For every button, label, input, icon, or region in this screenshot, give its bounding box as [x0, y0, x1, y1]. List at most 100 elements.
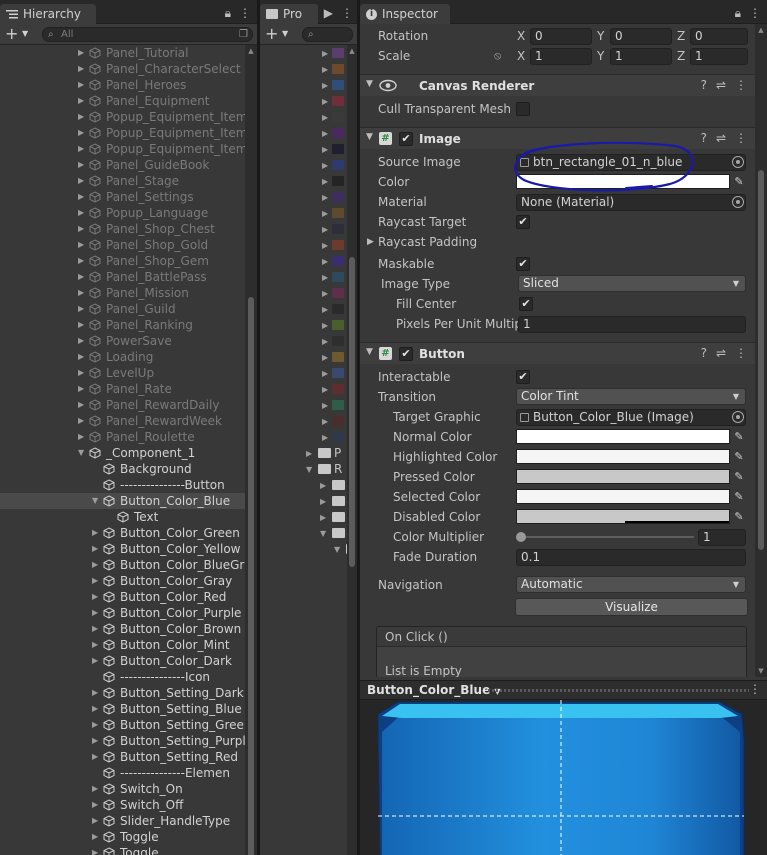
fold-closed-icon[interactable]: ▶ — [78, 173, 88, 189]
scale-z-axis[interactable]: Z — [677, 47, 685, 65]
fold-closed-icon[interactable]: ▶ — [92, 733, 102, 749]
fold-closed-icon[interactable]: ▶ — [78, 221, 88, 237]
pressed-color-swatch[interactable] — [516, 469, 730, 484]
inspector-scroll-thumb[interactable] — [758, 170, 764, 550]
project-asset-row[interactable]: ▶ — [260, 109, 347, 125]
fold-closed-icon[interactable]: ▶ — [78, 45, 88, 61]
project-asset-row[interactable]: ▶ — [260, 173, 347, 189]
project-folder-row[interactable]: ▼ — [260, 541, 357, 557]
visualize-button[interactable]: Visualize — [515, 598, 748, 616]
hierarchy-row[interactable]: ▶ Panel_Guild — [0, 301, 245, 317]
interactable-checkbox[interactable]: ✔ — [516, 370, 530, 384]
normal-color-swatch[interactable] — [516, 429, 730, 444]
fold-closed-icon[interactable]: ▶ — [320, 513, 326, 522]
hierarchy-row[interactable]: ▶ Panel_Rate — [0, 381, 245, 397]
rotation-z-axis[interactable]: Z — [677, 27, 685, 45]
fold-closed-icon[interactable]: ▶ — [322, 353, 328, 362]
hierarchy-row[interactable]: ---------------Elemen — [0, 765, 245, 781]
hierarchy-row[interactable]: ▶ Panel_Ranking — [0, 317, 245, 333]
hierarchy-scrollbar[interactable]: ▲ — [245, 45, 257, 855]
hierarchy-tab[interactable]: Hierarchy — [0, 4, 96, 24]
fold-closed-icon[interactable]: ▶ — [78, 189, 88, 205]
eyedropper-icon[interactable]: ✎ — [732, 469, 746, 484]
raycast-target-checkbox[interactable]: ✔ — [516, 215, 530, 229]
more-menu-icon[interactable]: ⋮ — [735, 131, 747, 145]
project-search-input[interactable]: ⌕ — [302, 27, 353, 42]
fold-closed-icon[interactable]: ▶ — [322, 337, 328, 346]
add-icon[interactable]: + — [265, 25, 278, 43]
fold-closed-icon[interactable]: ▶ — [92, 749, 102, 765]
project-asset-row[interactable]: ▶ — [260, 253, 347, 269]
project-asset-row[interactable]: ▶ — [260, 125, 347, 141]
transition-dropdown[interactable]: Color Tint ▼ — [516, 388, 746, 405]
image-type-dropdown[interactable]: Sliced ▼ — [518, 275, 746, 292]
object-picker-icon[interactable] — [732, 411, 744, 423]
fold-closed-icon[interactable]: ▶ — [92, 717, 102, 733]
project-folder-row[interactable]: ▶ — [260, 477, 347, 493]
preset-icon[interactable]: ⇌ — [716, 346, 726, 360]
eyedropper-icon[interactable]: ✎ — [732, 509, 746, 524]
scroll-up-icon[interactable]: ▲ — [245, 47, 257, 55]
project-asset-row[interactable]: ▶ — [260, 93, 347, 109]
rotation-x-field[interactable]: 0 — [530, 28, 592, 45]
hierarchy-search-input[interactable]: ⌕ All ❐ — [42, 27, 253, 42]
fold-closed-icon[interactable]: ▶ — [78, 205, 88, 221]
fold-closed-icon[interactable]: ▶ — [92, 845, 102, 855]
color-multiplier-slider-track[interactable] — [520, 536, 694, 538]
more-menu-icon[interactable]: ⋮ — [749, 6, 761, 21]
pixels-per-unit-field[interactable]: 1 — [518, 316, 746, 333]
hierarchy-row[interactable]: ▶ Panel_Shop_Gold — [0, 237, 245, 253]
fold-closed-icon[interactable]: ▶ — [78, 429, 88, 445]
fold-closed-icon[interactable]: ▶ — [320, 497, 326, 506]
disabled-color-swatch[interactable] — [516, 509, 730, 524]
project-asset-row[interactable]: ▶ — [260, 301, 347, 317]
hierarchy-row[interactable]: ▶ Button_Color_Brown — [0, 621, 245, 637]
fold-closed-icon[interactable]: ▶ — [322, 305, 328, 314]
hierarchy-row[interactable]: ▶ Popup_Equipment_ItemD — [0, 141, 257, 157]
fold-closed-icon[interactable]: ▶ — [322, 97, 328, 106]
inspector-tab[interactable]: i Inspector — [360, 4, 450, 24]
project-asset-row[interactable]: ▶ — [260, 365, 347, 381]
hierarchy-row[interactable]: ▶ Button_Color_Purple — [0, 605, 245, 621]
fold-open-icon[interactable]: ▼ — [366, 79, 373, 89]
fold-closed-icon[interactable]: ▶ — [322, 209, 328, 218]
project-folder-row[interactable]: ▶ — [260, 493, 347, 509]
scroll-down-icon[interactable]: ▼ — [755, 667, 767, 675]
fold-closed-icon[interactable]: ▶ — [322, 161, 328, 170]
hierarchy-row[interactable]: ▶ Button_Color_Red — [0, 589, 245, 605]
fold-open-icon[interactable]: ▼ — [366, 347, 373, 357]
fold-closed-icon[interactable]: ▶ — [322, 145, 328, 154]
hierarchy-row[interactable]: ▶ Button_Setting_Blue — [0, 701, 245, 717]
fold-closed-icon[interactable]: ▶ — [322, 289, 328, 298]
fold-closed-icon[interactable]: ▶ — [322, 417, 328, 426]
fold-closed-icon[interactable]: ▶ — [78, 413, 88, 429]
project-asset-row[interactable]: ▶ — [260, 45, 347, 61]
fold-closed-icon[interactable]: ▶ — [322, 401, 328, 410]
project-asset-row[interactable]: ▶ — [260, 333, 347, 349]
fold-closed-icon[interactable]: ▶ — [322, 65, 328, 74]
more-menu-icon[interactable]: ⋮ — [735, 346, 747, 360]
fold-closed-icon[interactable]: ▶ — [78, 269, 88, 285]
fold-closed-icon[interactable]: ▶ — [78, 381, 88, 397]
hierarchy-row[interactable]: ▶ PowerSave — [0, 333, 245, 349]
fold-closed-icon[interactable]: ▶ — [322, 241, 328, 250]
project-asset-row[interactable]: ▶ — [260, 413, 347, 429]
hierarchy-row[interactable]: ▼ _Component_1 — [0, 445, 245, 461]
fold-closed-icon[interactable]: ▶ — [92, 797, 102, 813]
hierarchy-row[interactable]: ▶ Toggle — [0, 845, 245, 855]
preview-drag-handle[interactable] — [488, 689, 749, 692]
hierarchy-row[interactable]: ▶ Panel_BattlePass — [0, 269, 245, 285]
fold-closed-icon[interactable]: ▶ — [92, 701, 102, 717]
fold-closed-icon[interactable]: ▶ — [322, 177, 328, 186]
hierarchy-row[interactable]: ▶ Panel_RewardDaily — [0, 397, 245, 413]
hierarchy-row[interactable]: ▶ Panel_Stage — [0, 173, 245, 189]
fold-open-icon[interactable]: ▼ — [78, 445, 88, 461]
hierarchy-row[interactable]: ▶ Panel_Mission — [0, 285, 245, 301]
preset-icon[interactable]: ⇌ — [716, 131, 726, 145]
scroll-up-icon[interactable]: ▲ — [347, 47, 357, 55]
scroll-up-icon[interactable]: ▲ — [755, 26, 767, 34]
fold-closed-icon[interactable]: ▶ — [322, 81, 328, 90]
hierarchy-row[interactable]: ▶ Panel_Tutorial — [0, 45, 245, 61]
hierarchy-row[interactable]: ▶ Button_Setting_Red — [0, 749, 245, 765]
project-asset-row[interactable]: ▶ — [260, 189, 347, 205]
